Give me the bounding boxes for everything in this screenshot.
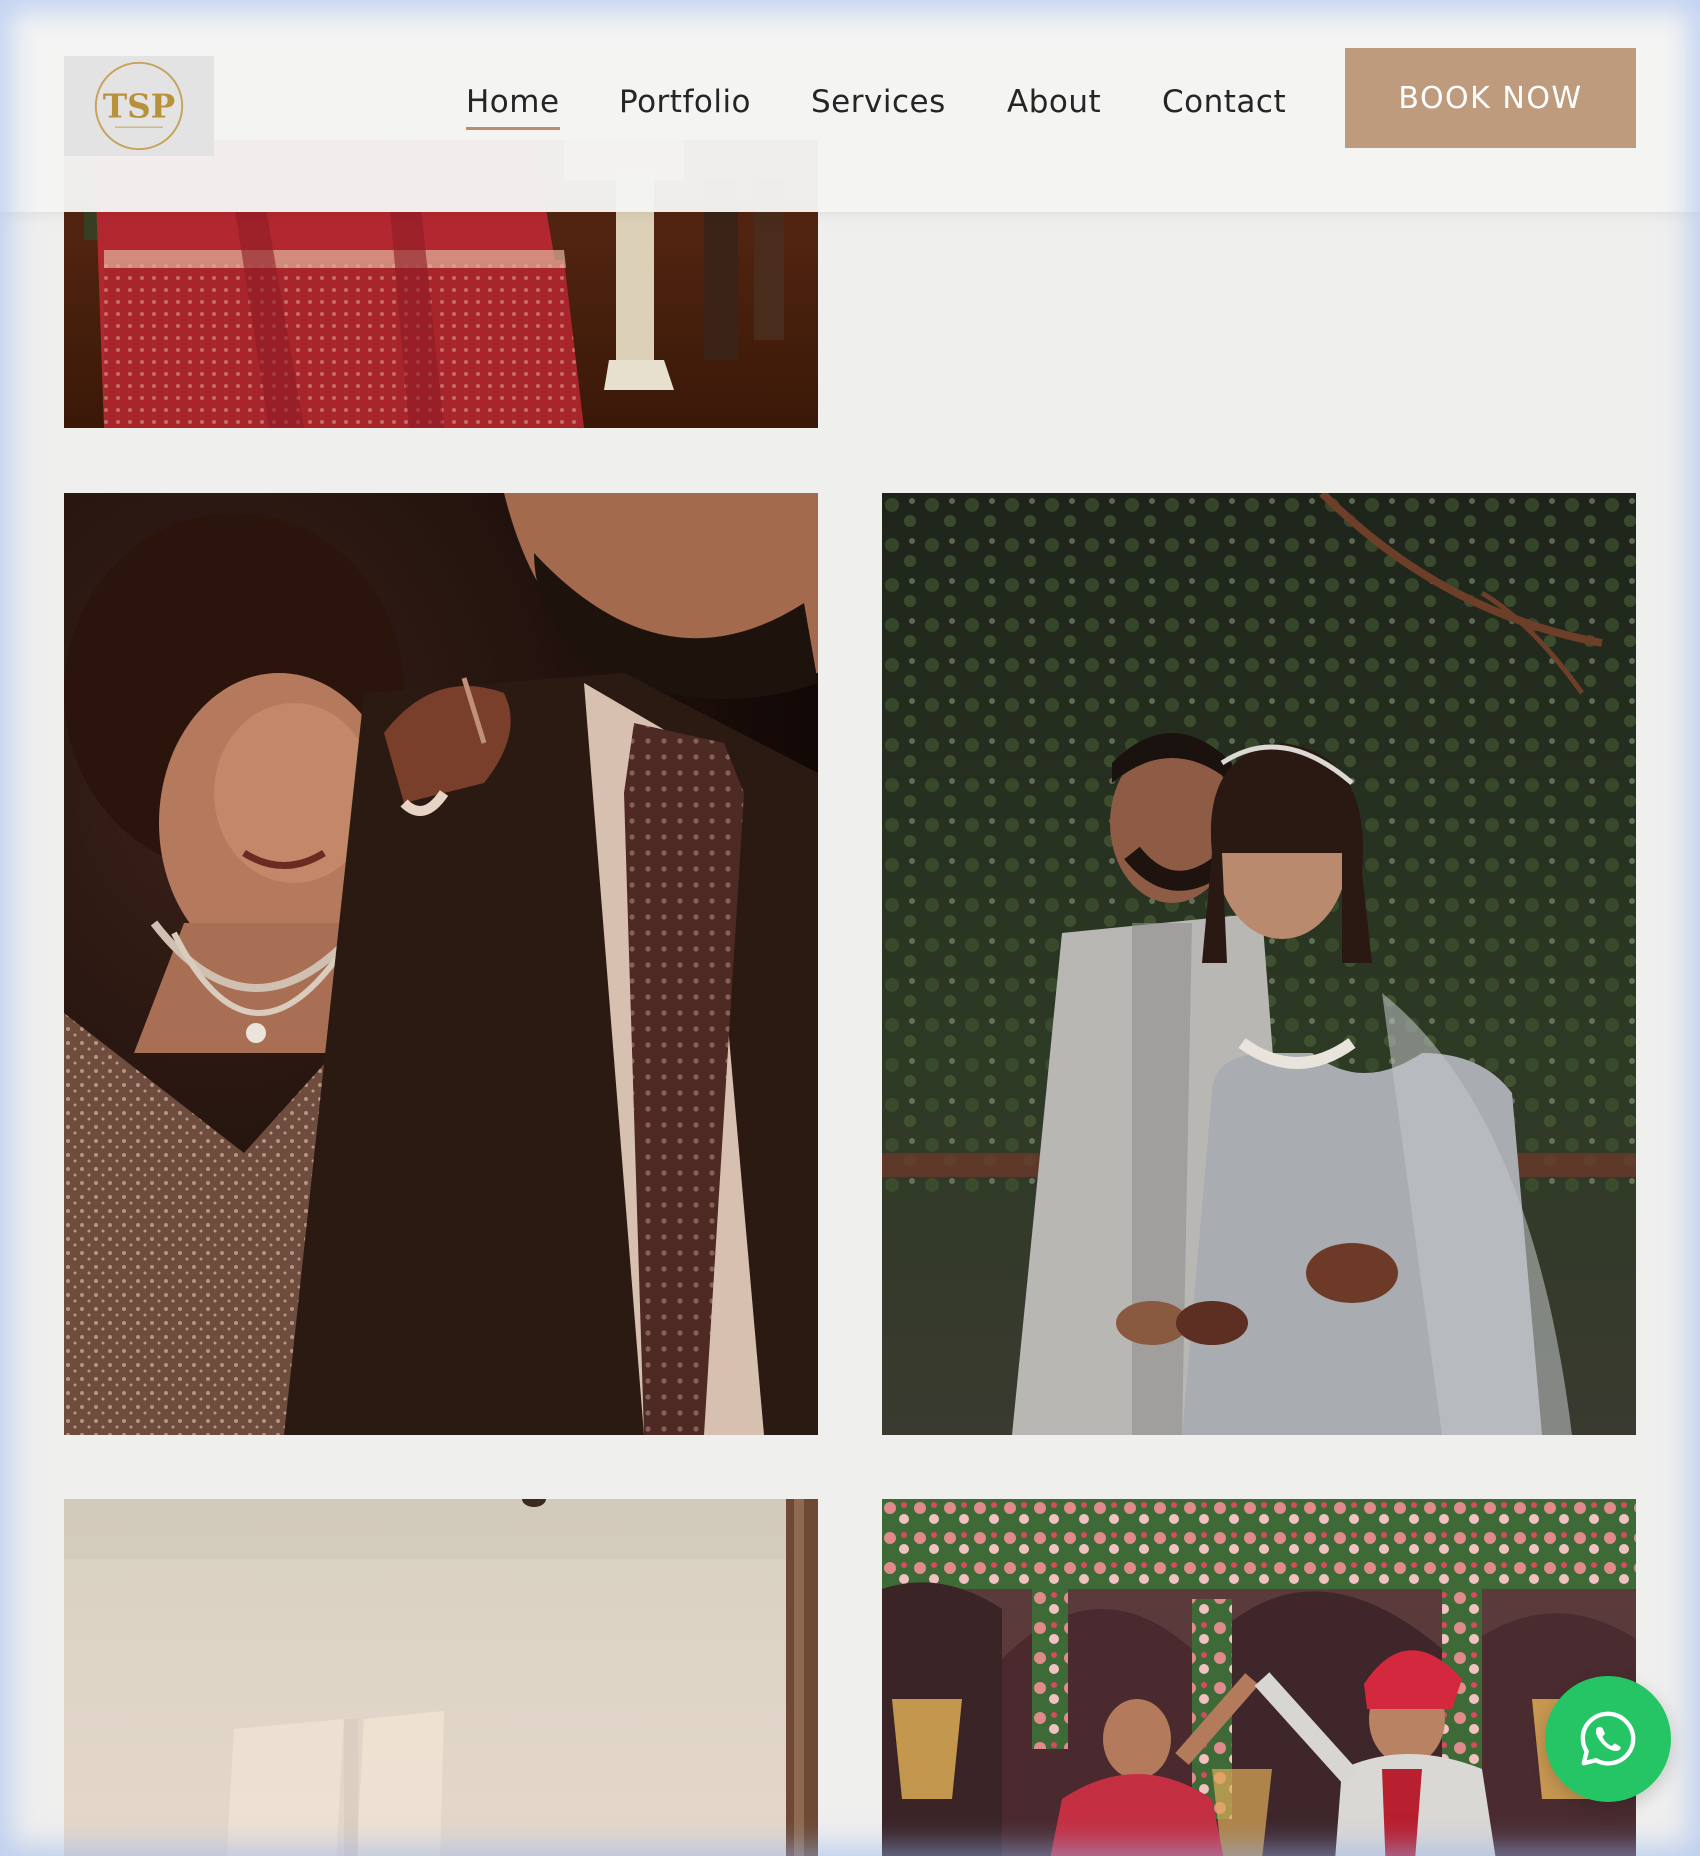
nav-portfolio-link[interactable]: Portfolio [619, 84, 751, 120]
tsp-monogram-logo-icon: TSP [94, 61, 184, 151]
gallery-photo-stage-ceremony[interactable] [882, 1499, 1636, 1856]
nav-about-link[interactable]: About [1007, 84, 1101, 120]
nav-home-link[interactable]: Home [466, 84, 560, 130]
book-now-button[interactable]: BOOK NOW [1345, 48, 1636, 148]
gallery-photo-window-light[interactable] [64, 1499, 818, 1856]
couple-closeup-image [64, 493, 818, 1435]
whatsapp-icon [1580, 1711, 1636, 1766]
nav-contact-link[interactable]: Contact [1162, 84, 1286, 120]
nav-services-link[interactable]: Services [811, 84, 946, 120]
site-header: TSP Home Portfolio Services About Contac… [0, 0, 1700, 212]
whatsapp-chat-button[interactable] [1545, 1676, 1671, 1802]
page: TSP Home Portfolio Services About Contac… [0, 0, 1700, 1856]
site-logo[interactable]: TSP [64, 56, 214, 156]
gallery-photo-couple-closeup[interactable] [64, 493, 818, 1435]
window-light-image [64, 1499, 818, 1856]
stage-ceremony-image [882, 1499, 1636, 1856]
couple-garden-image [882, 493, 1636, 1435]
gallery-photo-couple-garden[interactable] [882, 493, 1636, 1435]
logo-monogram-text: TSP [103, 87, 175, 126]
